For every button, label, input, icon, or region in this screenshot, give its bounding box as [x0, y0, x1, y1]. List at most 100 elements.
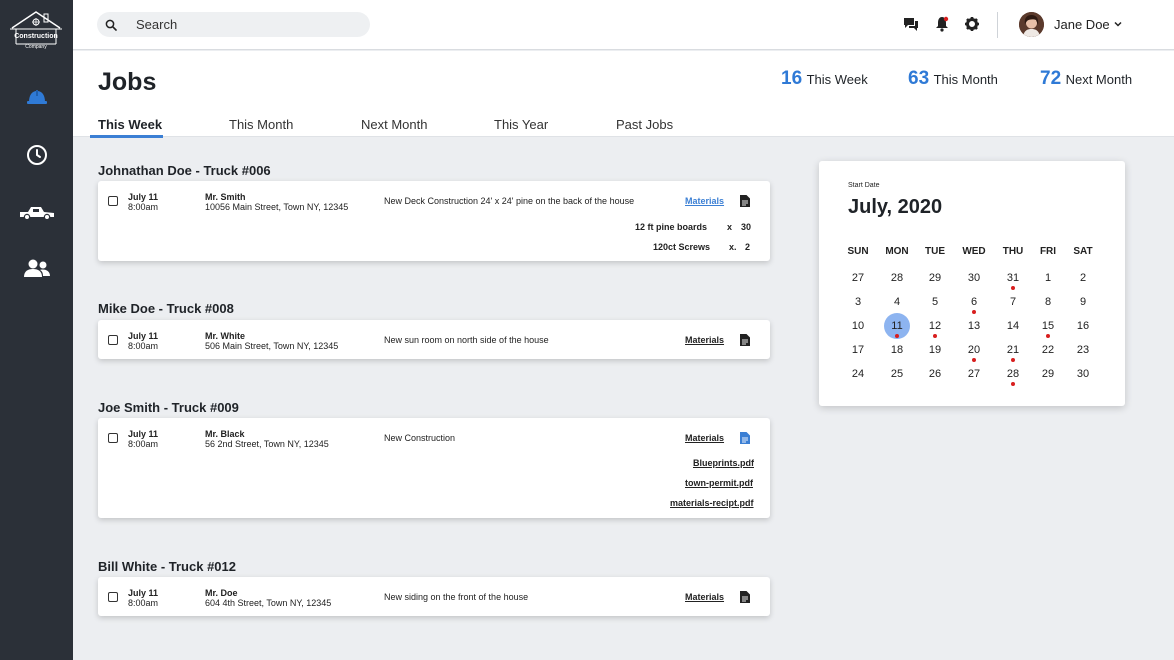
job-card[interactable]: July 11 8:00am Mr. Smith 10056 Main Stre… — [98, 181, 770, 261]
material-qty: 30 — [741, 222, 752, 232]
calendar-day[interactable]: 6 — [961, 292, 987, 314]
calendar-day[interactable]: 29 — [1035, 364, 1061, 384]
stat-label: Next Month — [1065, 72, 1133, 87]
job-date: July 11 8:00am — [128, 192, 158, 212]
calendar-day[interactable]: 8 — [1035, 292, 1061, 312]
calendar-day[interactable]: 16 — [1070, 316, 1096, 336]
calendar-day[interactable]: 24 — [845, 364, 871, 384]
materials-link[interactable]: Materials — [685, 196, 724, 206]
avatar-image-icon — [1019, 12, 1044, 37]
nav-team[interactable] — [0, 248, 73, 288]
document-icon[interactable] — [740, 195, 750, 207]
stat-value: 16 — [781, 68, 803, 89]
calendar-day[interactable]: 26 — [922, 364, 948, 384]
calendar-day[interactable]: 29 — [922, 268, 948, 288]
job-checkbox[interactable] — [108, 335, 118, 345]
client-name: Mr. White — [205, 331, 245, 341]
logo-subtext: Company — [25, 44, 47, 50]
calendar-day[interactable]: 15 — [1035, 316, 1061, 338]
calendar-day[interactable]: 27 — [961, 364, 987, 384]
weekday-label: WED — [962, 246, 986, 257]
material-qty-prefix: x. — [729, 242, 737, 252]
company-logo[interactable]: Construction Company — [8, 8, 64, 52]
job-card[interactable]: July 11 8:00am Mr. White 506 Main Street… — [98, 320, 770, 359]
search-bar[interactable] — [97, 12, 370, 37]
job-checkbox[interactable] — [108, 433, 118, 443]
calendar-day[interactable]: 30 — [961, 268, 987, 288]
truck-title: Joe Smith - Truck #009 — [98, 400, 239, 415]
calendar-day[interactable]: 30 — [1070, 364, 1096, 384]
calendar-day[interactable]: 4 — [884, 292, 910, 312]
calendar-day[interactable]: 9 — [1070, 292, 1096, 312]
job-checkbox[interactable] — [108, 196, 118, 206]
calendar-day[interactable]: 19 — [922, 340, 948, 360]
tab-this-year[interactable]: This Year — [494, 117, 548, 132]
material-qty-prefix: x — [727, 222, 733, 232]
search-input[interactable] — [136, 17, 336, 32]
calendar-day[interactable]: 31 — [1000, 268, 1026, 290]
weekday-label: THU — [1002, 246, 1024, 257]
calendar-day[interactable]: 22 — [1035, 340, 1061, 360]
job-checkbox[interactable] — [108, 592, 118, 602]
truck-icon — [19, 207, 54, 220]
calendar-day[interactable]: 25 — [884, 364, 910, 384]
tab-past-jobs[interactable]: Past Jobs — [616, 117, 673, 132]
calendar-day[interactable]: 7 — [1000, 292, 1026, 312]
document-icon[interactable] — [740, 591, 750, 603]
file-link[interactable]: Blueprints.pdf — [693, 458, 754, 468]
weekday-label: FRI — [1039, 246, 1057, 257]
weekday-label: TUE — [925, 246, 945, 257]
calendar-day[interactable]: 20 — [961, 340, 987, 362]
job-card[interactable]: July 11 8:00am Mr. Doe 604 4th Street, T… — [98, 577, 770, 616]
calendar-day[interactable]: 21 — [1000, 340, 1026, 362]
job-date-day: July 11 — [128, 192, 159, 202]
nav-trucks[interactable] — [0, 192, 73, 232]
materials-link[interactable]: Materials — [685, 433, 724, 443]
bell-icon[interactable] — [934, 16, 950, 32]
calendar-day[interactable]: 12 — [922, 316, 948, 338]
client-address: 56 2nd Street, Town NY, 12345 — [205, 439, 329, 449]
client-name: Mr. Smith — [205, 192, 246, 202]
logo-text: Construction — [14, 33, 58, 40]
calendar-day[interactable]: 27 — [845, 268, 871, 288]
calendar-day[interactable]: 3 — [845, 292, 871, 312]
nav-time[interactable] — [0, 135, 73, 175]
calendar-day[interactable]: 28 — [1000, 364, 1026, 386]
stat-label: This Month — [933, 72, 998, 87]
calendar-day[interactable]: 1 — [1035, 268, 1061, 288]
calendar-day[interactable]: 17 — [845, 340, 871, 360]
calendar-day[interactable]: 18 — [884, 340, 910, 360]
file-link[interactable]: materials-recipt.pdf — [670, 498, 754, 508]
tab-this-week[interactable]: This Week — [98, 117, 162, 132]
calendar-day-selected[interactable]: 11 — [884, 313, 910, 339]
materials-link[interactable]: Materials — [685, 592, 724, 602]
calendar-day[interactable]: 28 — [884, 268, 910, 288]
chevron-down-icon[interactable] — [1113, 19, 1123, 29]
calendar-day[interactable]: 10 — [845, 316, 871, 336]
job-client: Mr. Black 56 2nd Street, Town NY, 12345 — [205, 429, 329, 449]
nav-jobs[interactable] — [0, 77, 73, 117]
weekday-label: MON — [885, 246, 909, 257]
tab-next-month[interactable]: Next Month — [361, 117, 427, 132]
calendar-day[interactable]: 13 — [961, 316, 987, 336]
calendar-day[interactable]: 5 — [922, 292, 948, 312]
page-title: Jobs — [98, 68, 157, 96]
calendar-day[interactable]: 23 — [1070, 340, 1096, 360]
top-bar: Jane Doe — [73, 0, 1174, 50]
stat-next-month: 72 Next Month — [1040, 68, 1132, 90]
gear-icon[interactable] — [964, 16, 980, 32]
job-time: 8:00am — [128, 341, 159, 351]
avatar[interactable] — [1019, 12, 1044, 37]
chat-icon[interactable] — [903, 16, 919, 32]
job-card[interactable]: July 11 8:00am Mr. Black 56 2nd Street, … — [98, 418, 770, 518]
job-description: New Construction — [384, 433, 456, 443]
calendar-day[interactable]: 2 — [1070, 268, 1096, 288]
calendar-day[interactable]: 14 — [1000, 316, 1026, 336]
materials-link[interactable]: Materials — [685, 335, 724, 345]
tab-this-month[interactable]: This Month — [229, 117, 293, 132]
document-icon[interactable] — [740, 432, 750, 444]
user-name[interactable]: Jane Doe — [1054, 17, 1110, 32]
weekday-label: SAT — [1073, 246, 1093, 257]
file-link[interactable]: town-permit.pdf — [685, 478, 753, 488]
document-icon[interactable] — [740, 334, 750, 346]
